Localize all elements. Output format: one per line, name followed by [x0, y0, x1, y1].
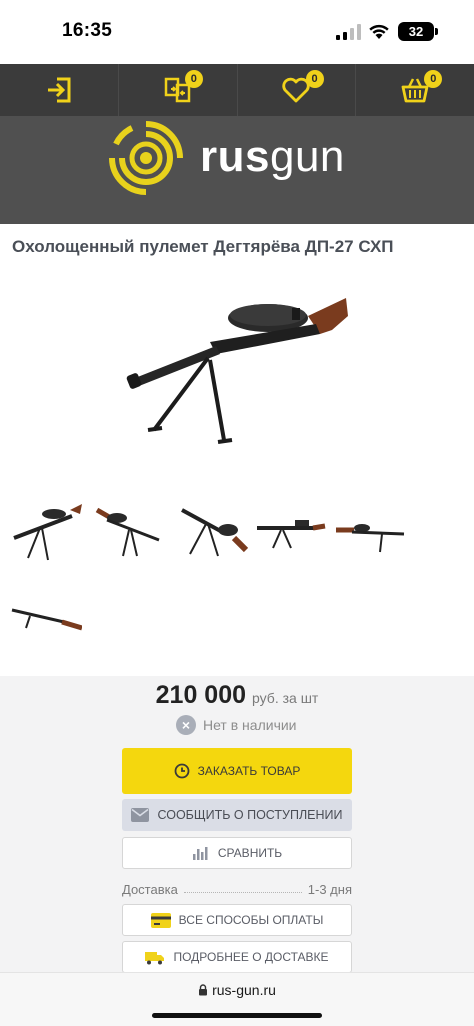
thumbnail-5[interactable] [334, 500, 406, 566]
home-indicator[interactable] [152, 1013, 322, 1018]
battery-indicator: 32 [398, 22, 434, 41]
price-value: 210 000 [155, 681, 247, 709]
login-button[interactable] [0, 64, 119, 116]
availability-status: × Нет в наличии [176, 714, 297, 736]
compare-count-badge: 0 [184, 70, 203, 88]
cellular-signal-icon [336, 24, 361, 40]
delivery-info: Доставка 1-3 дня [122, 880, 352, 898]
delivery-button-label: ПОДРОБНЕЕ О ДОСТАВКЕ [173, 950, 329, 964]
thumbnail-6[interactable] [10, 588, 82, 654]
delivery-details-button[interactable]: ПОДРОБНЕЕ О ДОСТАВКЕ [122, 941, 352, 973]
delivery-label: Доставка [122, 881, 178, 897]
cart-count-badge: 0 [424, 70, 443, 88]
truck-icon [145, 951, 165, 964]
compare-button[interactable]: 0 [119, 64, 238, 116]
price-row: 210 000 руб. за шт [0, 681, 474, 710]
order-button[interactable]: ЗАКАЗАТЬ ТОВАР [122, 748, 352, 794]
status-time: 16:35 [62, 20, 113, 41]
rusgun-logo-mark[interactable] [108, 120, 184, 196]
favorites-count-badge: 0 [305, 70, 324, 88]
price-unit: руб. за шт [252, 690, 319, 706]
thumbnail-1[interactable] [10, 500, 82, 566]
order-button-label: ЗАКАЗАТЬ ТОВАР [197, 764, 301, 778]
envelope-icon [131, 808, 150, 822]
delivery-value: 1-3 дня [307, 881, 352, 897]
clock-icon [174, 763, 190, 779]
bar-chart-icon [192, 846, 208, 860]
favorites-button[interactable]: 0 [238, 64, 357, 116]
product-main-image[interactable] [120, 290, 360, 470]
address-field[interactable]: rus-gun.ru [0, 982, 474, 998]
logo-text-light: gun [269, 132, 345, 181]
logo-text-bold: rus [200, 132, 270, 181]
unavailable-icon: × [176, 715, 196, 735]
credit-card-icon [150, 912, 171, 928]
thumbnail-4[interactable] [255, 500, 327, 566]
wifi-icon [369, 24, 389, 39]
login-icon [47, 77, 71, 103]
product-title: Охолощенный пулемет Дегтярёва ДП-27 СХП [12, 237, 394, 256]
payment-methods-button[interactable]: ВСЕ СПОСОБЫ ОПЛАТЫ [122, 904, 352, 936]
compare-button-label: СРАВНИТЬ [217, 846, 283, 860]
notify-button-label: СООБЩИТЬ О ПОСТУПЛЕНИИ [157, 808, 343, 822]
availability-text: Нет в наличии [203, 717, 297, 733]
thumbnail-3[interactable] [176, 500, 248, 566]
status-bar: 16:35 32 [0, 0, 474, 64]
delivery-dotted-leader [183, 891, 302, 893]
payment-button-label: ВСЕ СПОСОБЫ ОПЛАТЫ [178, 913, 324, 927]
url-text: rus-gun.ru [212, 982, 276, 998]
cart-button[interactable]: 0 [356, 64, 474, 116]
battery-nub [435, 28, 438, 35]
top-toolbar: 0 0 0 [0, 64, 474, 116]
rusgun-logo-text[interactable]: rusgun [200, 132, 345, 182]
thumbnail-2[interactable] [93, 500, 165, 566]
notify-button[interactable]: СООБЩИТЬ О ПОСТУПЛЕНИИ [122, 799, 352, 831]
compare-product-button[interactable]: СРАВНИТЬ [122, 837, 352, 869]
lock-icon [199, 984, 208, 996]
